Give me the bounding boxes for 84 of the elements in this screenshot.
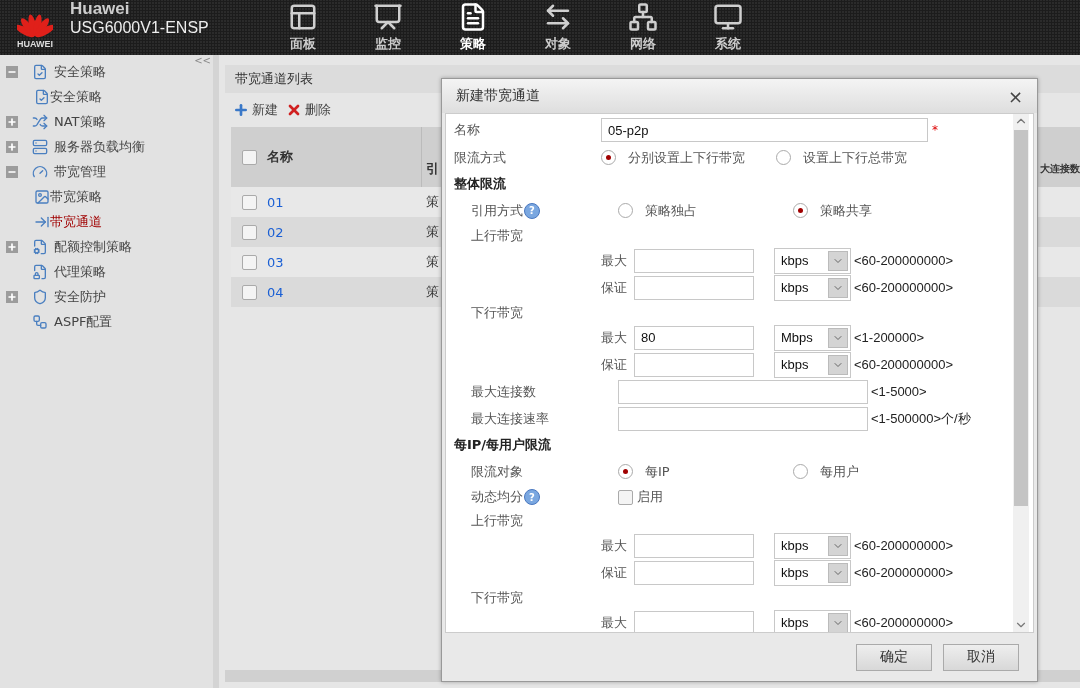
tree-item[interactable]: 安全防护 bbox=[54, 287, 106, 306]
field-label: 保证 bbox=[601, 278, 628, 297]
radio-option[interactable]: 设置上下行总带宽 bbox=[776, 148, 951, 167]
tree-item[interactable]: 配额控制策略 bbox=[54, 237, 132, 256]
range-hint: <1-200000> bbox=[854, 330, 925, 345]
field-label: 最大 bbox=[601, 613, 628, 632]
bandwidth-field[interactable]: 80 bbox=[634, 325, 754, 350]
nav-tab[interactable]: 面板 bbox=[260, 0, 345, 55]
range-hint: <60-200000000> bbox=[854, 280, 954, 295]
nav-tab[interactable]: 策略 bbox=[430, 0, 515, 55]
range-hint: <1-500000>个/秒 bbox=[871, 409, 971, 428]
radio-option[interactable]: 分别设置上下行带宽 bbox=[601, 148, 776, 167]
field-label: 保证 bbox=[601, 355, 628, 374]
field-label: 下行带宽 bbox=[471, 588, 523, 607]
table-cell-text: 策 bbox=[425, 253, 439, 271]
tree-item[interactable]: 带宽策略 bbox=[50, 187, 102, 206]
field-label: 引用方式 bbox=[471, 201, 523, 220]
field-label: 保证 bbox=[601, 563, 628, 582]
tree-item[interactable]: 带宽管理 bbox=[54, 162, 106, 181]
name-link[interactable]: 02 bbox=[267, 224, 284, 240]
name-link[interactable]: 03 bbox=[267, 254, 284, 270]
table-cell-text: 策 bbox=[425, 223, 439, 241]
field-label: 限流方式 bbox=[454, 148, 506, 167]
section-heading: 整体限流 bbox=[454, 175, 506, 193]
table-cell-text: 策 bbox=[425, 283, 439, 301]
field-label: 最大 bbox=[601, 251, 628, 270]
nav-tab[interactable]: 对象 bbox=[515, 0, 600, 55]
field-label: 下行带宽 bbox=[471, 303, 523, 322]
column-header: 引 bbox=[426, 160, 439, 178]
tree-item[interactable]: 代理策略 bbox=[54, 262, 106, 281]
tree-item[interactable]: NAT策略 bbox=[54, 112, 106, 131]
range-hint: <60-200000000> bbox=[854, 615, 954, 630]
tree-item[interactable]: 带宽通道 bbox=[50, 212, 102, 231]
range-hint: <1-5000> bbox=[871, 384, 927, 399]
tree-item[interactable]: 服务器负载均衡 bbox=[54, 137, 145, 156]
range-hint: <60-200000000> bbox=[854, 538, 954, 553]
range-hint: <60-200000000> bbox=[854, 253, 954, 268]
field-label: 上行带宽 bbox=[471, 226, 523, 245]
tree-item[interactable]: 安全策略 bbox=[50, 87, 102, 106]
unit-select[interactable]: kbps bbox=[774, 351, 851, 378]
unit-select[interactable]: Mbps bbox=[774, 324, 851, 351]
radio-option[interactable]: 策略共享 bbox=[793, 201, 968, 220]
brand-name: Huawei bbox=[70, 0, 131, 18]
field-label: 最大连接速率 bbox=[471, 409, 549, 428]
close-button[interactable]: × bbox=[1007, 85, 1023, 107]
range-hint: <60-200000000> bbox=[854, 565, 954, 580]
nav-tab[interactable]: 网络 bbox=[600, 0, 685, 55]
field-label: 最大 bbox=[601, 328, 628, 347]
required-mark: * bbox=[932, 123, 938, 137]
section-heading: 每IP/每用户限流 bbox=[454, 436, 552, 454]
field-label: 限流对象 bbox=[471, 462, 523, 481]
field-label: 名称 bbox=[454, 121, 480, 139]
radio-option[interactable]: 每IP bbox=[618, 462, 793, 481]
column-header: 名称 bbox=[267, 148, 293, 166]
cancel-button[interactable]: 取消 bbox=[943, 643, 1019, 671]
confirm-button[interactable]: 确定 bbox=[856, 643, 932, 671]
nav-tab[interactable]: 系统 bbox=[685, 0, 770, 55]
column-header: 大连接数 bbox=[1040, 162, 1080, 176]
unit-select[interactable]: kbps bbox=[774, 274, 851, 301]
field-label: 最大 bbox=[601, 536, 628, 555]
radio-option[interactable]: 策略独占 bbox=[618, 201, 793, 220]
name-link[interactable]: 04 bbox=[267, 284, 284, 300]
field-label: 最大连接数 bbox=[471, 382, 536, 401]
unit-select[interactable]: kbps bbox=[774, 609, 851, 632]
dialog-title: 新建带宽通道 bbox=[456, 87, 540, 105]
device-name: USG6000V1-ENSP bbox=[70, 18, 210, 38]
table-cell-text: 策 bbox=[425, 193, 439, 211]
unit-select[interactable]: kbps bbox=[774, 559, 851, 586]
unit-select[interactable]: kbps bbox=[774, 532, 851, 559]
range-hint: <60-200000000> bbox=[854, 357, 954, 372]
tree-item[interactable]: ASPF配置 bbox=[54, 312, 113, 331]
field-label: 上行带宽 bbox=[471, 511, 523, 530]
delete-button[interactable]: 删除 bbox=[286, 101, 331, 119]
name-link[interactable]: 01 bbox=[267, 194, 284, 210]
panel-title: 带宽通道列表 bbox=[235, 70, 313, 88]
checkbox-option[interactable]: 启用 bbox=[618, 488, 663, 506]
nav-tab[interactable]: 监控 bbox=[345, 0, 430, 55]
name-field[interactable]: 05-p2p bbox=[601, 118, 928, 142]
radio-option[interactable]: 每用户 bbox=[793, 462, 968, 481]
new-button[interactable]: 新建 bbox=[233, 101, 278, 119]
logo-text: HUAWEI bbox=[17, 39, 53, 49]
tree-item[interactable]: 安全策略 bbox=[54, 62, 106, 81]
field-label: 动态均分 bbox=[471, 488, 523, 506]
unit-select[interactable]: kbps bbox=[774, 247, 851, 274]
